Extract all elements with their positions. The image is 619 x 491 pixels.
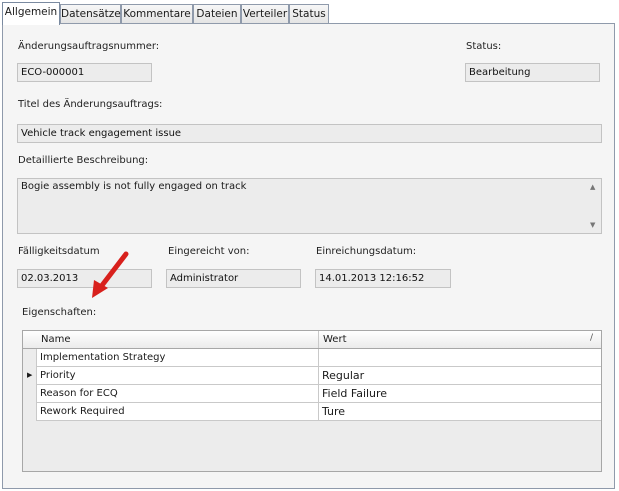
properties-grid[interactable]: Name Wert / Implementation Strategy ▶ Pr… (22, 330, 602, 472)
grid-header: Name Wert / (23, 331, 601, 349)
tab-datensaetze[interactable]: Datensätze (60, 4, 121, 24)
row-name: Priority (37, 367, 319, 385)
description-scrollbar[interactable]: ▲ ▼ (587, 179, 601, 233)
description-text: Bogie assembly is not fully engaged on t… (21, 181, 247, 192)
row-name: Reason for ECQ (37, 385, 319, 403)
description-label: Detaillierte Beschreibung: (18, 155, 149, 166)
scroll-down-icon[interactable]: ▼ (590, 221, 595, 229)
properties-label: Eigenschaften: (22, 307, 97, 318)
row-header[interactable]: ▶ (23, 367, 37, 385)
submission-date-label: Einreichungsdatum: (316, 246, 417, 257)
title-label: Titel des Änderungsauftrags: (18, 99, 163, 110)
current-row-icon: ▶ (27, 371, 33, 379)
change-order-number-label: Änderungsauftragsnummer: (18, 41, 160, 52)
tab-dateien[interactable]: Dateien (193, 4, 241, 24)
table-row[interactable]: Reason for ECQ Field Failure (23, 385, 601, 403)
submitted-by-field[interactable]: Administrator (166, 269, 301, 288)
submission-date-field[interactable]: 14.01.2013 12:16:52 (315, 269, 451, 288)
status-label: Status: (466, 41, 502, 52)
table-row[interactable]: Implementation Strategy (23, 349, 601, 367)
row-header[interactable] (23, 403, 37, 421)
red-arrow-icon (92, 251, 129, 298)
row-header[interactable] (23, 385, 37, 403)
row-value[interactable]: Regular (319, 367, 601, 385)
row-value[interactable]: Ture (319, 403, 601, 421)
column-resize-icon: / (589, 333, 593, 343)
row-value[interactable] (319, 349, 601, 367)
description-textarea[interactable]: Bogie assembly is not fully engaged on t… (17, 178, 602, 234)
row-value[interactable]: Field Failure (319, 385, 601, 403)
tab-status[interactable]: Status (289, 4, 329, 24)
tab-verteiler[interactable]: Verteiler (241, 4, 289, 24)
change-order-number-field[interactable]: ECO-000001 (17, 63, 152, 82)
table-row[interactable]: ▶ Priority Regular (23, 367, 601, 385)
row-name: Rework Required (37, 403, 319, 421)
table-row[interactable]: Rework Required Ture (23, 403, 601, 421)
submitted-by-label: Eingereicht von: (168, 246, 250, 257)
column-header-name[interactable]: Name (37, 331, 319, 348)
tab-allgemein[interactable]: Allgemein (2, 2, 60, 25)
scroll-up-icon[interactable]: ▲ (590, 183, 595, 191)
row-header[interactable] (23, 349, 37, 367)
tab-kommentare[interactable]: Kommentare (121, 4, 193, 24)
title-field[interactable]: Vehicle track engagement issue (17, 124, 602, 143)
status-field[interactable]: Bearbeitung (465, 63, 600, 82)
row-name: Implementation Strategy (37, 349, 319, 367)
column-header-value[interactable]: Wert (319, 331, 601, 348)
